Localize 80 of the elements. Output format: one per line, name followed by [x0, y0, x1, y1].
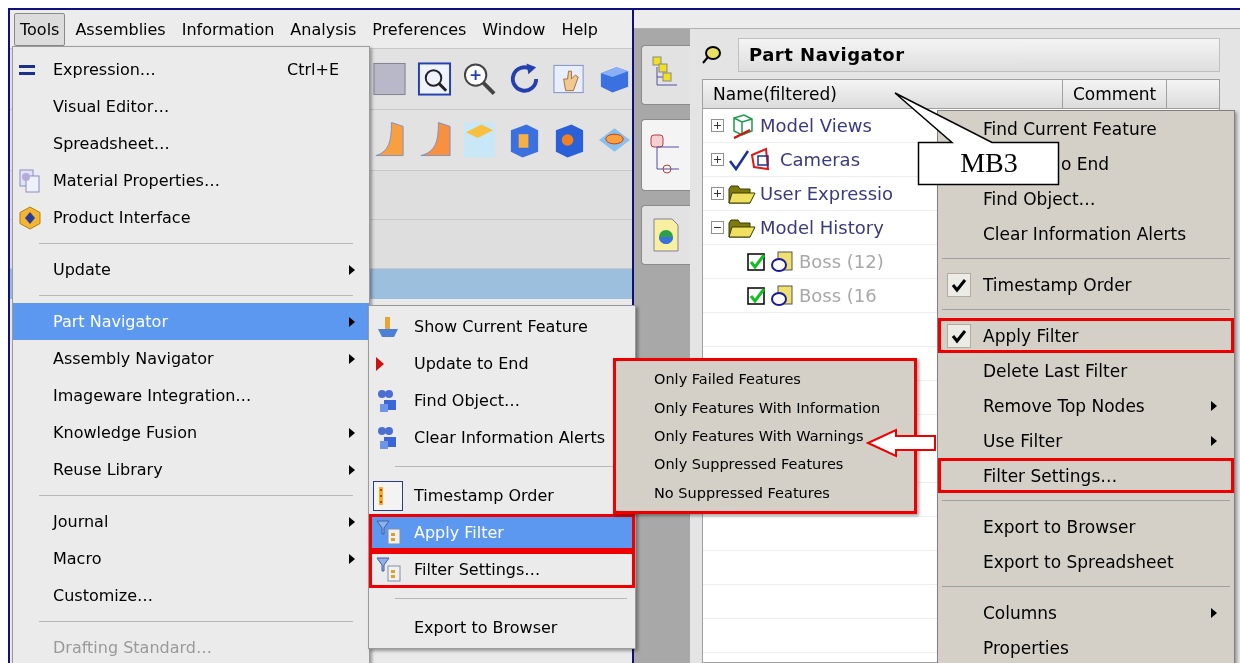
menu-item[interactable]: Remove Top Nodes	[938, 388, 1234, 423]
menu-item[interactable]: Properties	[938, 630, 1234, 663]
folder-icon	[728, 182, 756, 205]
menu-item[interactable]: Expression… Ctrl+E	[13, 51, 369, 88]
documents-icon	[19, 168, 41, 193]
menu-bar-item[interactable]: Preferences	[366, 12, 473, 46]
expand-icon[interactable]	[711, 153, 724, 166]
menu-item[interactable]: Delete Last Filter	[938, 353, 1234, 388]
column-header[interactable]: Comment	[1063, 80, 1168, 108]
equals-icon	[19, 64, 35, 75]
menu-item[interactable]: Macro	[13, 540, 369, 577]
hexagon-icon	[19, 205, 41, 230]
submenu-arrow-icon	[349, 316, 355, 327]
menu-item[interactable]: Spreadsheet…	[13, 125, 369, 162]
feature-icon	[376, 314, 400, 339]
menu-item[interactable]: Knowledge Fusion	[13, 414, 369, 451]
menu-item[interactable]: Imageware Integration…	[13, 377, 369, 414]
submenu-arrow-icon	[349, 353, 355, 364]
triangle-icon	[376, 356, 384, 371]
cylinder-icon	[769, 283, 795, 308]
zoom-icon	[462, 61, 497, 97]
menu-item[interactable]: Material Properties…	[13, 162, 369, 199]
submenu-arrow-icon	[349, 516, 355, 527]
menu-bar-item[interactable]: Tools	[14, 12, 66, 46]
menu-item[interactable]: Find Object…	[938, 181, 1234, 216]
menu-bar-item[interactable]: Window	[476, 12, 552, 46]
checkbox[interactable]	[747, 286, 765, 305]
menu-item[interactable]: Export to Spreadsheet	[938, 544, 1234, 579]
submenu-arrow-icon	[1211, 607, 1217, 618]
menu-item[interactable]: Timestamp Order	[369, 477, 635, 514]
submenu-arrow-icon	[349, 553, 355, 564]
menu-item[interactable]: Show Current Feature	[369, 308, 635, 345]
menu-item[interactable]: Product Interface	[13, 199, 369, 236]
shaded-square-icon	[372, 61, 407, 97]
submenu-arrow-icon	[349, 264, 355, 275]
pin-icon	[702, 46, 722, 64]
menu-item[interactable]: Only Failed Features	[654, 365, 801, 394]
navigator-tab[interactable]	[641, 119, 690, 191]
menu-item[interactable]: Reuse Library	[13, 451, 369, 488]
timestamp-icon	[373, 480, 403, 511]
menu-item[interactable]: Only Suppressed Features	[654, 450, 844, 479]
menu-item[interactable]: Assembly Navigator	[13, 340, 369, 377]
checkbox[interactable]	[747, 252, 765, 271]
menu-item[interactable]: Apply Filter	[938, 318, 1234, 353]
menu-item[interactable]: Only Features With Information	[654, 393, 881, 422]
menu-item[interactable]: Only Features With Warnings	[654, 421, 864, 451]
menu-item[interactable]: Update	[13, 251, 369, 288]
submenu-arrow-icon	[1211, 435, 1217, 446]
menu-item[interactable]: No Suppressed Features	[654, 478, 830, 507]
expand-icon[interactable]	[711, 187, 724, 200]
menu-item[interactable]: Use Filter	[938, 423, 1234, 458]
funnel-icon	[376, 556, 402, 583]
menu-item[interactable]: Export to Browser	[938, 509, 1234, 544]
menu-item[interactable]: Timestamp Order	[938, 267, 1234, 302]
navigator-tab[interactable]	[641, 205, 690, 265]
menu-item[interactable]: Clear Information Alerts	[938, 216, 1234, 251]
submenu-arrow-icon	[349, 427, 355, 438]
zoom-window-icon	[417, 61, 452, 97]
menu-bar-item[interactable]: Analysis	[284, 12, 363, 46]
cylinder-icon	[769, 249, 795, 274]
submenu-arrow-icon	[349, 464, 355, 475]
menu-bar-item[interactable]: Assemblies	[69, 12, 172, 46]
menu-bar-item[interactable]: Information	[175, 12, 281, 46]
menu-item[interactable]: Export to Browser	[369, 609, 635, 646]
menu-item[interactable]: Visual Editor…	[13, 88, 369, 125]
menu-bar-item[interactable]: Help	[555, 12, 604, 46]
funnel-icon	[376, 519, 402, 546]
folder-icon	[728, 216, 756, 239]
menu-item[interactable]: Filter Settings…	[369, 551, 635, 588]
menu-item[interactable]: Customize…	[13, 577, 369, 614]
menu-item[interactable]: Filter Settings…	[938, 458, 1234, 493]
menu-item[interactable]: Journal	[13, 503, 369, 540]
navigator-tab[interactable]	[641, 45, 690, 105]
collapse-icon[interactable]	[711, 221, 724, 234]
expand-icon[interactable]	[711, 119, 724, 132]
submenu-arrow-icon	[1211, 400, 1217, 411]
block-icon	[462, 120, 497, 160]
menu-item[interactable]: Columns	[938, 595, 1234, 630]
panel-title: Part Navigator	[738, 38, 1220, 72]
globe-document-icon	[652, 217, 680, 253]
